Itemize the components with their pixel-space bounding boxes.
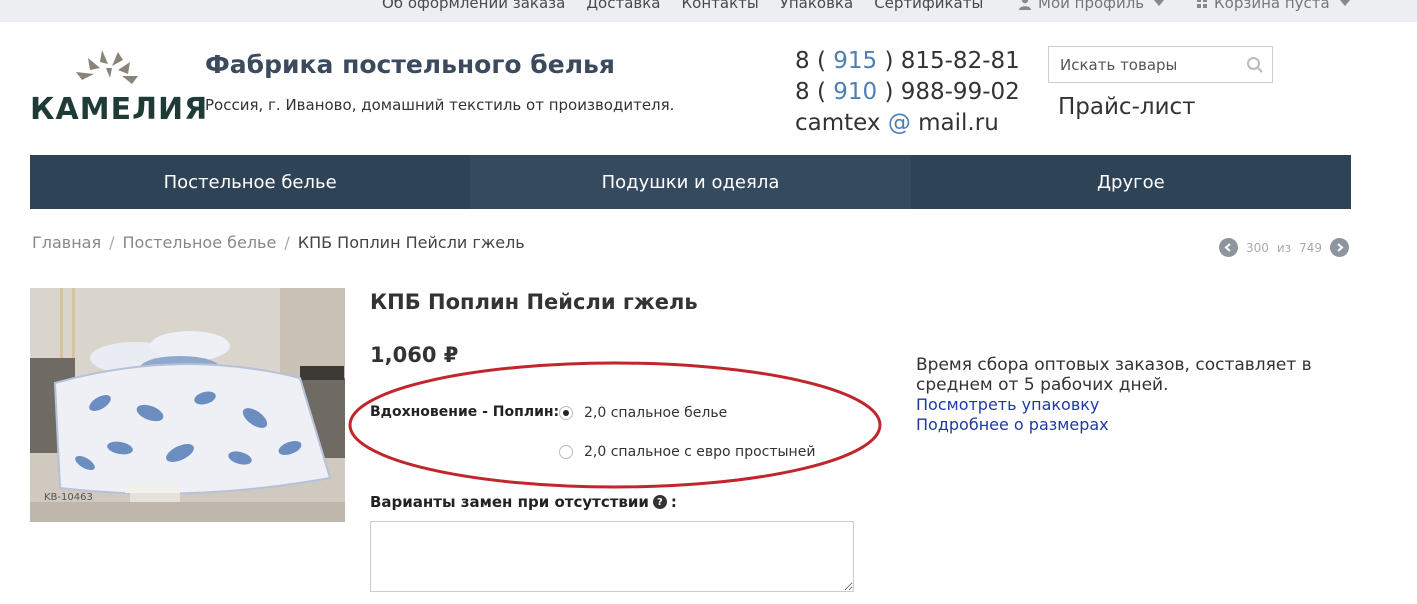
annotation-oval [348, 361, 882, 489]
nav-other[interactable]: Другое [911, 155, 1351, 209]
phone-2-code: 910 [833, 79, 878, 105]
contacts-block: 8 ( 915 ) 815-82-81 8 ( 910 ) 988-99-02 … [795, 46, 1020, 139]
substitute-label-text: Варианты замен при отсутствии [370, 493, 649, 511]
breadcrumb-home[interactable]: Главная [32, 233, 101, 252]
profile-menu[interactable]: Мой профиль [1018, 0, 1165, 12]
logo-emblem-icon [76, 50, 138, 84]
next-product-button[interactable] [1330, 238, 1349, 257]
email-at: @ [887, 110, 911, 136]
email[interactable]: camtex @ mail.ru [795, 108, 1020, 139]
email-domain: mail.ru [910, 110, 999, 136]
cart-label: Корзина пуста [1214, 0, 1330, 12]
top-link-delivery[interactable]: Доставка [586, 0, 660, 12]
substitute-textarea[interactable] [370, 521, 854, 592]
search-input[interactable] [1049, 47, 1234, 82]
price-list-link[interactable]: Прайс-лист [1058, 94, 1196, 120]
top-links: Об оформлении заказа Доставка Контакты У… [382, 0, 983, 12]
view-packaging-link[interactable]: Посмотреть упаковку [916, 395, 1336, 415]
profile-label: Мой профиль [1038, 0, 1145, 12]
previous-product-button[interactable] [1219, 238, 1238, 257]
product-pager: 300 из 749 [1219, 238, 1349, 257]
main-navigation: Постельное белье Подушки и одеяла Другое [30, 155, 1351, 209]
phone-1-prefix: 8 ( [795, 48, 834, 74]
image-caption: KB-10463 [44, 492, 93, 503]
order-info: Время сбора оптовых заказов, составляет … [916, 355, 1336, 435]
chevron-left-icon [1224, 243, 1231, 252]
breadcrumb: Главная / Постельное белье / КПБ Поплин Пейс… [32, 233, 525, 252]
cart-icon [1197, 0, 1207, 8]
phone-2-number: ) 988-99-02 [877, 79, 1020, 105]
breadcrumb-section[interactable]: Постельное белье [123, 233, 277, 252]
phone-1-code: 915 [833, 48, 878, 74]
top-link-order-info[interactable]: Об оформлении заказа [382, 0, 565, 12]
chevron-down-icon [1154, 0, 1165, 6]
substitute-label: Варианты замен при отсутствии ?: [370, 493, 677, 511]
order-info-text: Время сбора оптовых заказов, составляет … [916, 355, 1312, 395]
product-image[interactable]: KB-10463 [30, 288, 345, 522]
pager-current: 300 [1246, 240, 1269, 255]
top-link-contacts[interactable]: Контакты [682, 0, 759, 12]
breadcrumb-current: КПБ Поплин Пейсли гжель [297, 233, 525, 252]
search-icon[interactable] [1246, 56, 1264, 74]
nav-pillows-blankets[interactable]: Подушки и одеяла [470, 155, 911, 209]
phone-1[interactable]: 8 ( 915 ) 815-82-81 [795, 46, 1020, 77]
user-icon [1019, 0, 1031, 10]
phone-2-prefix: 8 ( [795, 79, 834, 105]
question-icon[interactable]: ? [652, 495, 667, 509]
breadcrumb-separator: / [109, 233, 115, 252]
nav-bed-linen[interactable]: Постельное белье [30, 155, 470, 209]
phone-2[interactable]: 8 ( 910 ) 988-99-02 [795, 77, 1020, 108]
top-link-certificates[interactable]: Сертификаты [874, 0, 983, 12]
size-details-link[interactable]: Подробнее о размерах [916, 415, 1336, 435]
chevron-down-icon [1339, 0, 1350, 6]
search-box [1048, 46, 1273, 83]
pager-total: 749 [1299, 240, 1322, 255]
phone-1-number: ) 815-82-81 [877, 48, 1020, 74]
pager-of: из [1276, 240, 1292, 255]
product-photo [30, 288, 345, 522]
logo-text: КАМЕЛИЯ [30, 92, 209, 127]
site-subtitle: Россия, г. Иваново, домашний текстиль от… [205, 96, 675, 114]
top-link-packaging[interactable]: Упаковка [780, 0, 853, 12]
substitute-label-colon: : [670, 493, 677, 511]
breadcrumb-separator: / [284, 233, 290, 252]
cart-menu[interactable]: Корзина пуста [1196, 0, 1350, 12]
chevron-right-icon [1337, 243, 1344, 252]
site-title: Фабрика постельного белья [205, 50, 615, 79]
site-logo[interactable]: КАМЕЛИЯ [30, 48, 207, 130]
product-title: КПБ Поплин Пейсли гжель [370, 290, 698, 314]
top-utility-bar: Об оформлении заказа Доставка Контакты У… [0, 0, 1417, 22]
email-user: camtex [795, 110, 888, 136]
